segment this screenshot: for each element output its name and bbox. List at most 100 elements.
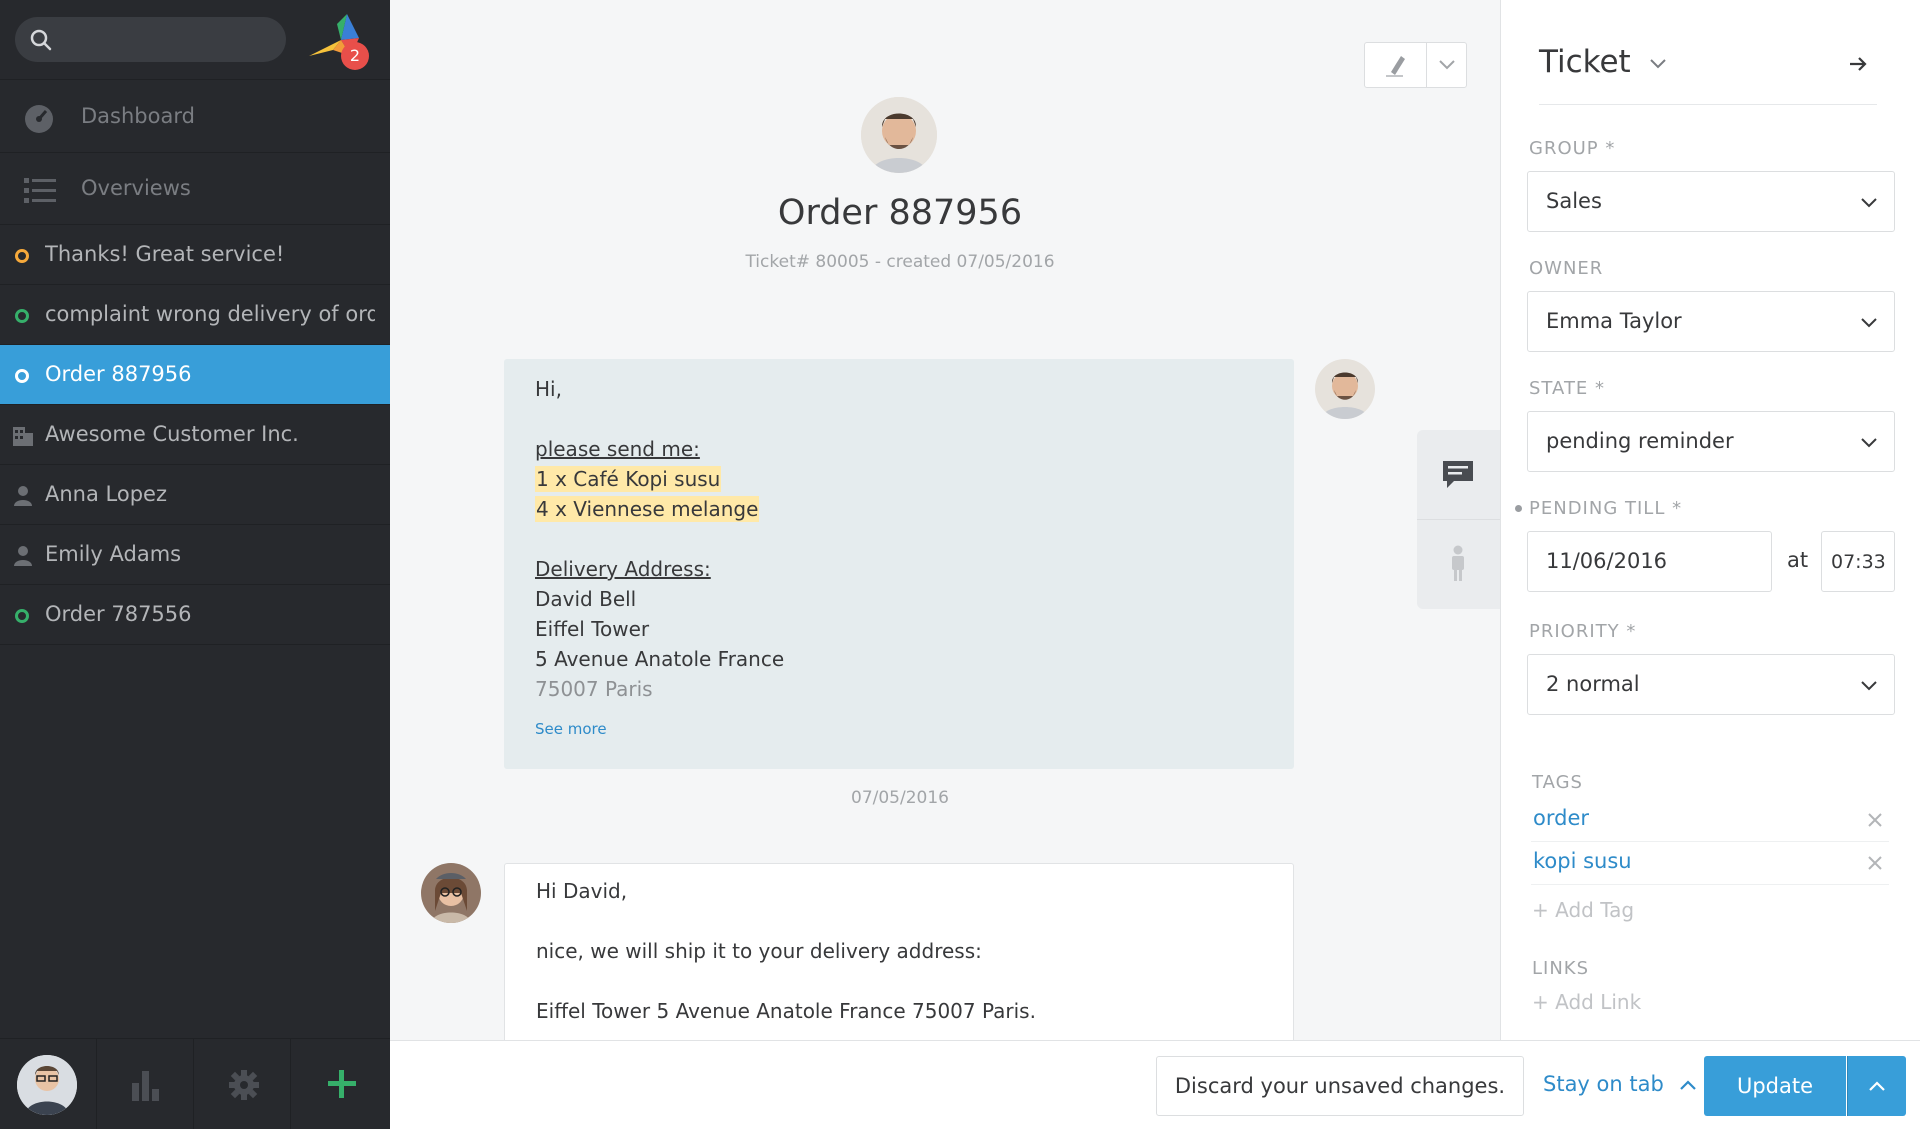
task-item[interactable]: Emily Adams <box>0 525 390 585</box>
arrow-right-icon[interactable] <box>1848 54 1868 74</box>
comment-icon[interactable] <box>1442 460 1474 490</box>
links-label: LINKS <box>1532 958 1590 979</box>
plus-icon <box>328 1070 356 1098</box>
group-label: GROUP * <box>1529 138 1616 159</box>
user-icon <box>14 546 32 566</box>
article-line: Delivery Address: <box>535 557 711 581</box>
discard-changes-button[interactable]: Discard your unsaved changes. <box>1156 1056 1524 1116</box>
person-icon[interactable] <box>1450 545 1466 581</box>
owner-label: OWNER <box>1529 258 1604 279</box>
notification-badge[interactable]: 2 <box>341 42 369 70</box>
stay-on-tab-label: Stay on tab <box>1543 1072 1664 1096</box>
priority-label: PRIORITY * <box>1529 621 1637 642</box>
customer-article: Hi, please send me: 1 x Café Kopi susu 4… <box>504 359 1294 769</box>
article-line: Hi David, <box>536 879 628 903</box>
avatar[interactable] <box>1315 359 1375 419</box>
task-label: Order 887956 <box>45 362 192 386</box>
task-label: complaint wrong delivery of ord... <box>45 302 375 326</box>
pencil-icon[interactable] <box>1383 52 1409 78</box>
avatar[interactable] <box>421 863 481 923</box>
group-select[interactable]: Sales <box>1527 171 1895 232</box>
sidebar-footer <box>0 1038 390 1129</box>
ticket-sidebar: Ticket GROUP * Sales OWNER Emma Taylor S… <box>1500 0 1920 1040</box>
article-line: Eiffel Tower 5 Avenue Anatole France 750… <box>536 999 1036 1023</box>
stay-on-tab-toggle[interactable]: Stay on tab <box>1543 1072 1697 1096</box>
ticket-status-icon <box>15 609 29 623</box>
priority-select[interactable]: 2 normal <box>1527 654 1895 715</box>
article-line: please send me: <box>535 437 700 461</box>
task-label: Awesome Customer Inc. <box>45 422 299 446</box>
close-icon[interactable] <box>1867 855 1883 871</box>
tag-label[interactable]: order <box>1533 806 1589 830</box>
dashboard-icon <box>25 105 53 133</box>
tag-label[interactable]: kopi susu <box>1533 849 1632 873</box>
pending-date-value: 11/06/2016 <box>1546 549 1668 573</box>
ticket-title[interactable]: Order 887956 <box>390 193 1410 233</box>
chevron-down-icon <box>1861 318 1877 328</box>
task-item[interactable]: Thanks! Great service! <box>0 225 390 285</box>
highlighted-text: 1 x Café Kopi susu <box>535 466 722 492</box>
task-item[interactable]: Anna Lopez <box>0 465 390 525</box>
customer-avatar[interactable] <box>861 97 937 173</box>
close-icon[interactable] <box>1867 812 1883 828</box>
ticket-footer: Discard your unsaved changes. Stay on ta… <box>390 1040 1920 1129</box>
state-label: STATE * <box>1529 378 1606 399</box>
article-line: Hi, <box>535 377 562 401</box>
chevron-down-icon[interactable] <box>1438 58 1456 72</box>
new-ticket-button[interactable] <box>291 1039 390 1129</box>
pending-time-value: 07:33 <box>1831 551 1886 573</box>
user-icon <box>14 486 32 506</box>
add-link-link[interactable]: + Add Link <box>1532 990 1641 1014</box>
add-tag-link[interactable]: + Add Tag <box>1532 898 1634 922</box>
article-line: 75007 Paris <box>535 677 653 701</box>
state-select[interactable]: pending reminder <box>1527 411 1895 472</box>
task-item[interactable]: Awesome Customer Inc. <box>0 405 390 465</box>
chevron-down-icon <box>1649 58 1666 68</box>
tag-item[interactable]: order <box>1531 800 1889 842</box>
panel-title[interactable]: Ticket <box>1539 44 1667 80</box>
priority-value: 2 normal <box>1546 672 1640 696</box>
ticket-zoom: Order 887956 Ticket# 80005 - created 07/… <box>390 0 1500 1040</box>
see-more-link[interactable]: See more <box>535 720 607 738</box>
search-input[interactable] <box>15 17 286 62</box>
task-item-active[interactable]: Order 887956 <box>0 345 390 405</box>
bar-chart-icon <box>132 1071 159 1101</box>
owner-value: Emma Taylor <box>1546 309 1682 333</box>
task-item[interactable]: Order 787556 <box>0 585 390 645</box>
chevron-up-icon <box>1869 1081 1885 1091</box>
ticket-status-icon <box>15 369 29 383</box>
owner-select[interactable]: Emma Taylor <box>1527 291 1895 352</box>
pending-at-label: at <box>1787 548 1809 572</box>
nav-overviews[interactable]: Overviews <box>0 153 390 225</box>
search-icon <box>30 29 52 51</box>
task-item[interactable]: complaint wrong delivery of ord... <box>0 285 390 345</box>
update-button[interactable]: Update <box>1704 1056 1846 1116</box>
chevron-up-icon <box>1679 1080 1696 1090</box>
reports-button[interactable] <box>97 1039 194 1129</box>
article-line: David Bell <box>535 587 637 611</box>
article-line: 5 Avenue Anatole France <box>535 647 785 671</box>
ticket-meta: Ticket# 80005 - created 07/05/2016 <box>745 252 1055 272</box>
task-label: Anna Lopez <box>45 482 167 506</box>
nav-dashboard[interactable]: Dashboard <box>0 81 390 153</box>
tags-label: TAGS <box>1532 772 1583 793</box>
article-actions <box>1417 430 1500 609</box>
divider <box>1539 104 1877 105</box>
article-line: Eiffel Tower <box>535 617 650 641</box>
avatar[interactable] <box>17 1055 77 1115</box>
state-value: pending reminder <box>1546 429 1734 453</box>
changed-indicator <box>1515 505 1522 512</box>
chevron-down-icon <box>1861 438 1877 448</box>
pending-till-label: PENDING TILL * <box>1529 498 1683 519</box>
task-label: Order 787556 <box>45 602 192 626</box>
organization-icon <box>13 427 33 446</box>
tag-item[interactable]: kopi susu <box>1531 843 1889 885</box>
pending-time-input[interactable]: 07:33 <box>1821 531 1895 592</box>
nav-dashboard-label: Dashboard <box>81 104 195 128</box>
article-line: nice, we will ship it to your delivery a… <box>536 939 982 963</box>
gear-icon <box>229 1070 259 1100</box>
pending-date-input[interactable]: 11/06/2016 <box>1527 531 1772 592</box>
update-options-button[interactable] <box>1847 1056 1906 1116</box>
settings-button[interactable] <box>194 1039 291 1129</box>
user-menu[interactable] <box>0 1039 97 1129</box>
